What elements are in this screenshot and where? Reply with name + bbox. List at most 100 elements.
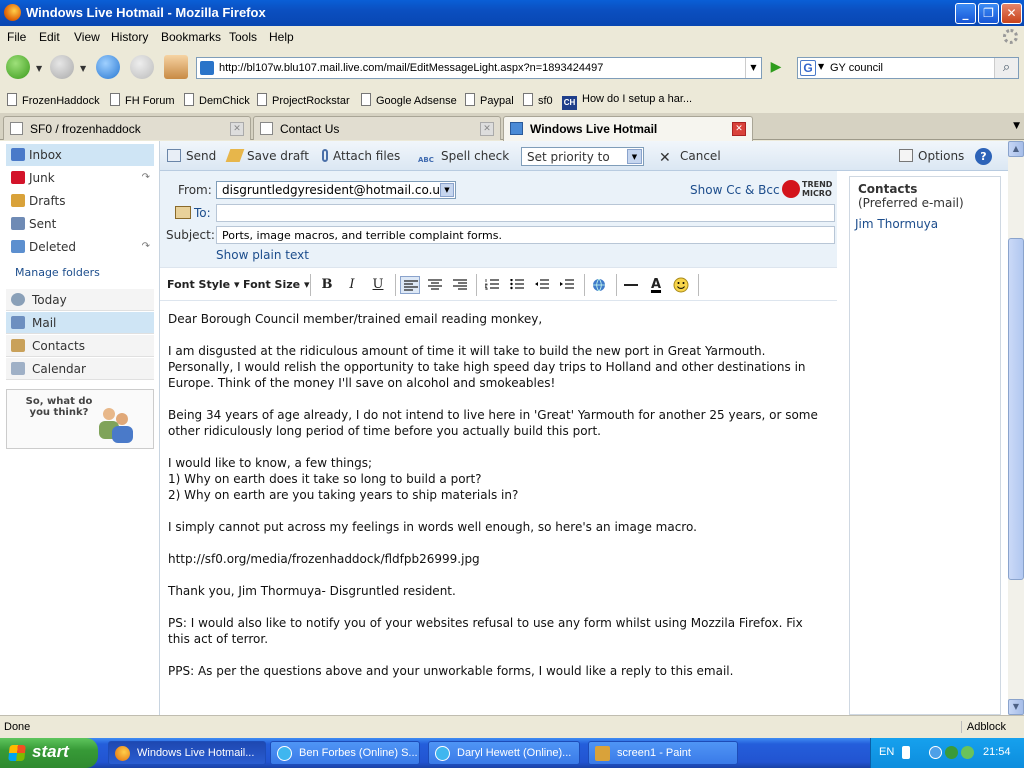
search-engine-dropdown-icon[interactable]: ▼ bbox=[818, 62, 824, 71]
bookmark-paypal[interactable]: Paypal bbox=[465, 93, 514, 107]
task-windows-live-hotmail[interactable]: Windows Live Hotmail... bbox=[108, 741, 266, 765]
search-icon[interactable]: ⌕ bbox=[994, 58, 1018, 78]
message-body-editor[interactable]: Dear Borough Council member/trained emai… bbox=[160, 301, 837, 715]
emoticon-button[interactable] bbox=[671, 276, 691, 294]
menu-tools[interactable]: Tools bbox=[229, 30, 257, 44]
to-label[interactable]: To: bbox=[194, 206, 211, 220]
sweep-arrow-icon[interactable]: ↷ bbox=[142, 172, 150, 183]
priority-select[interactable]: Set priority to ▼ bbox=[521, 147, 644, 166]
nav-mail[interactable]: Mail bbox=[6, 312, 154, 334]
decrease-indent-button[interactable] bbox=[532, 276, 552, 294]
manage-folders-link[interactable]: Manage folders bbox=[15, 266, 100, 279]
start-button[interactable]: start bbox=[0, 738, 98, 768]
font-color-button[interactable]: A bbox=[646, 276, 666, 294]
font-size-dropdown[interactable]: Font Size ▾ bbox=[243, 278, 309, 291]
google-engine-icon[interactable]: G bbox=[800, 60, 816, 76]
attach-files-button[interactable]: Attach files bbox=[322, 149, 400, 163]
cancel-button[interactable]: ✕ Cancel bbox=[659, 149, 721, 166]
close-tab-icon[interactable]: ✕ bbox=[230, 122, 244, 136]
folder-junk[interactable]: Junk ↷ bbox=[6, 167, 154, 189]
folder-inbox[interactable]: Inbox bbox=[6, 144, 154, 166]
stop-icon[interactable] bbox=[130, 55, 154, 79]
reload-icon[interactable] bbox=[96, 55, 120, 79]
minimize-button[interactable]: _ bbox=[955, 3, 976, 24]
font-style-dropdown[interactable]: Font Style ▾ bbox=[167, 278, 240, 291]
sweep-arrow-icon[interactable]: ↷ bbox=[142, 241, 150, 252]
bullet-list-button[interactable] bbox=[507, 276, 527, 294]
task-paint[interactable]: screen1 - Paint bbox=[588, 741, 738, 765]
search-input[interactable]: GY council bbox=[830, 62, 883, 74]
scroll-up-icon[interactable]: ▲ bbox=[1008, 141, 1024, 157]
nav-today[interactable]: Today bbox=[6, 289, 154, 311]
go-arrow-icon[interactable]: ▶ bbox=[766, 59, 786, 77]
task-ben-forbes[interactable]: Ben Forbes (Online) S... bbox=[270, 741, 420, 765]
bookmark-demchick[interactable]: DemChick bbox=[184, 93, 250, 107]
tab-list-dropdown-icon[interactable]: ▼ bbox=[1013, 121, 1020, 131]
scroll-down-icon[interactable]: ▼ bbox=[1008, 699, 1024, 715]
italic-button[interactable]: I bbox=[342, 276, 362, 294]
from-select[interactable]: disgruntledgyresident@hotmail.co.uk ▼ bbox=[216, 181, 456, 199]
show-cc-bcc-link[interactable]: Show Cc & Bcc bbox=[690, 183, 780, 197]
back-arrow-icon[interactable] bbox=[6, 55, 30, 79]
menu-bookmarks[interactable]: Bookmarks bbox=[161, 30, 221, 44]
tab-windows-live-hotmail[interactable]: Windows Live Hotmail ✕ bbox=[503, 116, 753, 141]
menu-view[interactable]: View bbox=[74, 30, 100, 44]
maximize-button[interactable]: ❐ bbox=[978, 3, 999, 24]
tray-back-icon[interactable] bbox=[929, 746, 942, 759]
numbered-list-button[interactable] bbox=[482, 276, 502, 294]
spell-check-button[interactable]: ABC Spell check bbox=[418, 149, 509, 169]
feedback-box[interactable]: So, what do you think? bbox=[6, 389, 154, 449]
window-titlebar[interactable]: Windows Live Hotmail - Mozilla Firefox _… bbox=[0, 0, 1024, 26]
bookmark-projectrockstar[interactable]: ProjectRockstar bbox=[257, 93, 350, 107]
bookmark-sf0[interactable]: sf0 bbox=[523, 93, 553, 107]
help-icon[interactable]: ? bbox=[975, 148, 992, 165]
tab-contact-us[interactable]: Contact Us ✕ bbox=[253, 116, 501, 140]
bookmark-fh-forum[interactable]: FH Forum bbox=[110, 93, 175, 107]
align-right-button[interactable] bbox=[450, 276, 470, 294]
forward-history-dropdown-icon[interactable]: ▼ bbox=[80, 64, 86, 73]
menu-help[interactable]: Help bbox=[269, 30, 294, 44]
tray-network-icon[interactable] bbox=[945, 746, 958, 759]
align-center-button[interactable] bbox=[425, 276, 445, 294]
nav-calendar[interactable]: Calendar bbox=[6, 358, 154, 380]
scrollbar-thumb[interactable] bbox=[1008, 238, 1024, 580]
horizontal-rule-button[interactable] bbox=[621, 276, 641, 294]
folder-deleted[interactable]: Deleted ↷ bbox=[6, 236, 154, 258]
close-window-button[interactable]: ✕ bbox=[1001, 3, 1022, 24]
folder-drafts[interactable]: Drafts bbox=[6, 190, 154, 212]
close-tab-icon[interactable]: ✕ bbox=[480, 122, 494, 136]
folder-sent[interactable]: Sent bbox=[6, 213, 154, 235]
close-tab-icon[interactable]: ✕ bbox=[732, 122, 746, 136]
tray-messenger-icon[interactable] bbox=[961, 746, 974, 759]
tab-sf0-frozenhaddock[interactable]: SF0 / frozenhaddock ✕ bbox=[3, 116, 251, 140]
forward-arrow-icon[interactable] bbox=[50, 55, 74, 79]
underline-button[interactable]: U bbox=[368, 276, 388, 294]
task-daryl-hewett[interactable]: Daryl Hewett (Online)... bbox=[428, 741, 580, 765]
home-icon[interactable] bbox=[164, 55, 188, 79]
menu-edit[interactable]: Edit bbox=[39, 30, 60, 44]
url-history-dropdown-icon[interactable]: ▼ bbox=[745, 58, 761, 78]
bookmark-frozenhaddock[interactable]: FrozenHaddock bbox=[7, 93, 100, 107]
bold-button[interactable]: B bbox=[317, 276, 337, 294]
nav-contacts[interactable]: Contacts bbox=[6, 335, 154, 357]
bookmark-google-adsense[interactable]: Google Adsense bbox=[361, 93, 457, 107]
address-bar[interactable]: http://bl107w.blu107.mail.live.com/mail/… bbox=[196, 57, 762, 79]
bookmark-how-do-i-setup[interactable]: CH How do I setup a har... bbox=[562, 93, 692, 110]
tray-help-icon[interactable] bbox=[902, 746, 910, 759]
to-field[interactable] bbox=[216, 204, 835, 222]
options-button[interactable]: Options bbox=[899, 149, 964, 163]
show-plain-text-link[interactable]: Show plain text bbox=[216, 248, 309, 262]
contact-jim-thormuya[interactable]: Jim Thormuya bbox=[855, 217, 938, 231]
vertical-scrollbar[interactable]: ▲ ▼ bbox=[1008, 141, 1024, 715]
save-draft-button[interactable]: Save draft bbox=[225, 149, 309, 163]
align-left-button[interactable] bbox=[400, 276, 420, 294]
adblock-button[interactable]: Adblock bbox=[960, 721, 1006, 733]
send-button[interactable]: Send bbox=[167, 149, 216, 163]
insert-link-button[interactable] bbox=[589, 276, 609, 294]
back-history-dropdown-icon[interactable]: ▼ bbox=[36, 64, 42, 73]
address-book-icon[interactable] bbox=[175, 206, 191, 219]
search-bar[interactable]: G ▼ GY council ⌕ bbox=[797, 57, 1019, 79]
language-indicator[interactable]: EN bbox=[879, 746, 894, 758]
address-url[interactable]: http://bl107w.blu107.mail.live.com/mail/… bbox=[219, 62, 603, 74]
increase-indent-button[interactable] bbox=[557, 276, 577, 294]
